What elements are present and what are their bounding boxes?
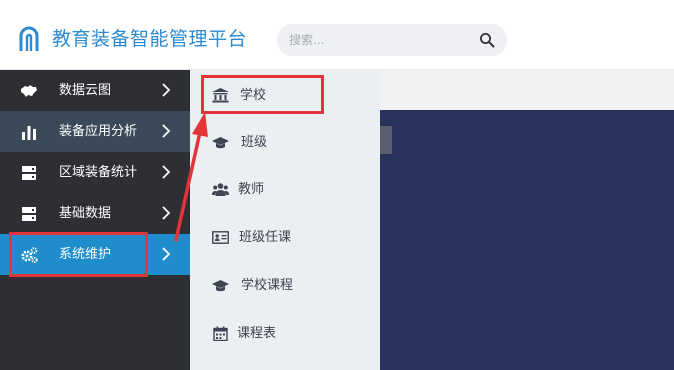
sidebar-item-equipment-analysis[interactable]: 装备应用分析 (0, 111, 190, 152)
top-header: 教育装备智能管理平台 (0, 0, 674, 70)
submenu-item-label: 班级任课 (239, 230, 292, 245)
annotation-highlight-school (201, 75, 324, 114)
submenu-item-teacher[interactable]: 教师 (190, 168, 380, 212)
content-top-strip (380, 70, 674, 110)
users-icon (212, 183, 229, 196)
submenu-item-class[interactable]: 班级 (190, 121, 380, 165)
search-box[interactable] (277, 24, 507, 56)
app-title: 教育装备智能管理平台 (52, 28, 248, 50)
sidebar-item-regional-statistics[interactable]: 区域装备统计 (0, 152, 190, 193)
submenu-item-school-course[interactable]: 学校课程 (190, 264, 380, 308)
chevron-right-icon (162, 206, 171, 220)
sidebar-item-label: 基础数据 (59, 206, 112, 221)
graduation-cap-icon (212, 137, 229, 149)
server-icon (22, 207, 36, 221)
sidebar-item-label: 装备应用分析 (59, 124, 138, 139)
submenu-item-label: 课程表 (237, 326, 277, 341)
content-edge-block (380, 126, 392, 154)
server-icon (22, 166, 36, 180)
search-input[interactable] (289, 30, 469, 50)
search-icon[interactable] (479, 32, 495, 48)
system-maintenance-submenu: 学校 班级 教师 班级任课 学校课程 课程表 (190, 70, 380, 370)
sidebar-item-basic-data[interactable]: 基础数据 (0, 193, 190, 234)
chevron-right-icon (162, 165, 171, 179)
chevron-right-icon (162, 83, 171, 97)
calendar-icon (213, 326, 228, 341)
chevron-right-icon (162, 247, 171, 261)
submenu-item-label: 教师 (238, 182, 265, 197)
id-card-icon (212, 231, 229, 244)
submenu-item-label: 学校课程 (241, 278, 294, 293)
sidebar-item-data-cloud-map[interactable]: 数据云图 (0, 70, 190, 111)
graduation-cap-icon (212, 280, 229, 292)
main-content-area (380, 110, 674, 370)
submenu-item-label: 班级 (241, 135, 268, 150)
submenu-item-timetable[interactable]: 课程表 (190, 312, 380, 356)
annotation-highlight-system-maintenance (9, 232, 148, 277)
sidebar: 数据云图 装备应用分析 区域装备统计 基础数据 系统维护 (0, 70, 190, 370)
sidebar-item-label: 数据云图 (59, 83, 112, 98)
arch-logo-icon[interactable] (18, 26, 40, 52)
bar-chart-icon (22, 126, 36, 140)
sidebar-item-label: 区域装备统计 (59, 165, 138, 180)
chevron-right-icon (162, 124, 171, 138)
app-page: 教育装备智能管理平台 数据云图 (0, 0, 674, 370)
submenu-item-class-teaching[interactable]: 班级任课 (190, 216, 380, 260)
map-icon (21, 85, 37, 97)
